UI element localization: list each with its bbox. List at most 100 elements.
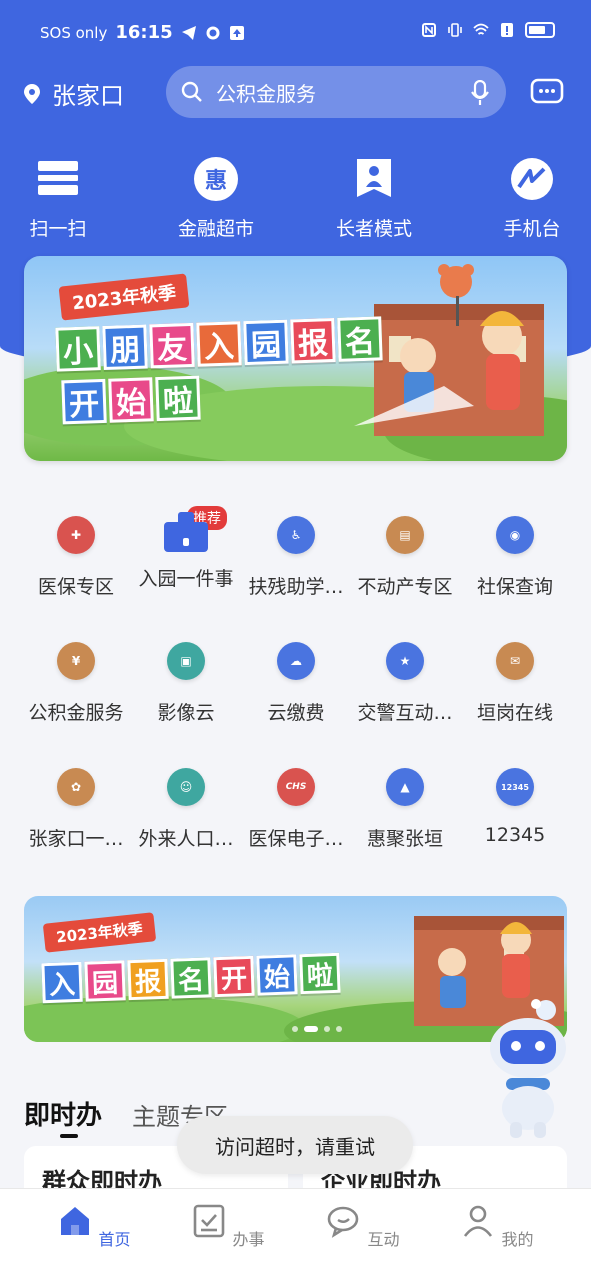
service-label: 张家口一… (28, 828, 124, 850)
microphone-icon[interactable] (470, 80, 490, 106)
tab-instant[interactable]: 即时办 (24, 1095, 102, 1132)
service-item[interactable]: 12345 12345 (456, 760, 574, 846)
tasks-icon (194, 1204, 225, 1238)
zjk-one-icon: ✿ (57, 768, 95, 806)
status-bar: SOS only 16:15 (0, 0, 591, 66)
service-item[interactable]: ★ 交警互动… (346, 634, 464, 725)
signal-alert-icon (501, 23, 513, 37)
banner-char: 园 (84, 960, 126, 1002)
elder-mode-icon (357, 159, 391, 197)
nav-home[interactable]: 首页 (44, 1203, 144, 1250)
banner-char: 报 (290, 317, 336, 364)
service-item[interactable]: ¥ 公积金服务 (17, 634, 135, 725)
real-estate-icon: ▤ (386, 516, 424, 554)
migrant-population-icon: ☺ (167, 768, 205, 806)
service-item[interactable]: ✚ 医保专区 (17, 508, 135, 599)
service-grid: ✚ 医保专区 推荐 入园一件事 ♿ 扶残助学… ▤ 不动产专区 ◉ 社保查询 ¥… (0, 506, 591, 868)
home-icon (61, 1207, 90, 1235)
hotline-12345-icon: 12345 (496, 768, 534, 806)
banner-char: 入 (196, 321, 242, 367)
huiju-zhangyuan-icon: ▲ (386, 768, 424, 806)
upload-icon (229, 25, 244, 40)
quick-action-scan[interactable]: 扫一扫 (3, 150, 113, 241)
carousel-indicator (292, 1026, 342, 1032)
clock: 16:15 (115, 22, 173, 43)
bottom-navigation: 首页 办事 互动 我的 (0, 1188, 591, 1280)
nav-interact[interactable]: 互动 (313, 1203, 413, 1250)
toast-message: 访问超时，请重试 (215, 1134, 375, 1159)
service-label: 垣岗在线 (476, 702, 553, 724)
service-label: 扶残助学… (248, 576, 344, 598)
nav-label: 首页 (98, 1230, 131, 1249)
nfc-icon (422, 23, 436, 37)
search-bar[interactable]: 公积金服务 (166, 66, 506, 118)
banner-char: 啦 (299, 952, 341, 995)
robot-assistant-icon[interactable] (480, 996, 576, 1140)
nav-label: 互动 (367, 1230, 400, 1249)
battery-icon (525, 22, 555, 38)
profile-icon (464, 1205, 493, 1237)
traffic-police-icon: ★ (386, 642, 424, 680)
banner-char: 友 (149, 322, 195, 369)
banner-headline-line2: 开 始 啦 (61, 375, 201, 425)
service-label: 公积金服务 (28, 702, 124, 724)
carousel-dot (292, 1026, 298, 1032)
service-item[interactable]: ♿ 扶残助学… (237, 508, 355, 599)
service-label: 外来人口… (138, 828, 234, 850)
carousel-dot-active (304, 1026, 318, 1032)
service-item[interactable]: CHS 医保电子… (237, 760, 355, 851)
nav-profile[interactable]: 我的 (447, 1203, 547, 1250)
promo-banner[interactable]: 2023年秋季 小 朋 友 入 园 报 名 开 始 啦 (24, 256, 567, 461)
banner-char: 报 (127, 958, 169, 1001)
carousel-dot (324, 1026, 330, 1032)
settings-icon (206, 26, 220, 39)
quick-action-label: 手机台 (503, 218, 561, 240)
location-selector[interactable]: 张家口 (24, 76, 124, 111)
nav-label: 办事 (232, 1230, 265, 1249)
service-label: 医保电子… (248, 828, 344, 850)
service-label: 不动产专区 (357, 576, 453, 598)
social-security-icon: ◉ (496, 516, 534, 554)
medical-insurance-icon: ✚ (57, 516, 95, 554)
service-label: 影像云 (157, 702, 215, 724)
wifi-icon (473, 23, 489, 35)
medical-ecard-icon: CHS (277, 768, 315, 806)
service-item[interactable]: ☺ 外来人口… (127, 760, 245, 851)
service-item[interactable]: ◉ 社保查询 (456, 508, 574, 599)
active-tab-indicator (60, 1134, 78, 1138)
service-item[interactable]: ✿ 张家口一… (17, 760, 135, 851)
quick-action-label: 金融超市 (177, 218, 254, 240)
service-item[interactable]: ✉ 垣岗在线 (456, 634, 574, 725)
mobile-tv-icon (511, 158, 553, 200)
cloud-payment-icon: ☁ (277, 642, 315, 680)
quick-action-label: 扫一扫 (29, 218, 87, 240)
quick-action-mobile-tv[interactable]: 手机台 (477, 150, 587, 241)
search-placeholder: 公积金服务 (216, 81, 316, 106)
location-pin-icon (24, 83, 40, 104)
banner-char: 开 (213, 955, 255, 998)
hui-finance-icon: 惠 (194, 157, 238, 201)
message-icon[interactable] (530, 78, 564, 108)
banner-char: 园 (243, 319, 289, 366)
banner-char: 小 (55, 326, 101, 372)
banner-char: 始 (108, 377, 154, 423)
service-label: 社保查询 (476, 576, 553, 598)
service-item[interactable]: 推荐 入园一件事 (127, 506, 245, 591)
service-label: 云缴费 (267, 702, 325, 724)
nav-label: 我的 (501, 1230, 534, 1249)
service-item[interactable]: ☁ 云缴费 (237, 634, 355, 725)
disability-aid-icon: ♿ (277, 516, 315, 554)
service-label: 12345 (484, 824, 546, 846)
service-item[interactable]: ▣ 影像云 (127, 634, 245, 725)
service-item[interactable]: ▲ 惠聚张垣 (346, 760, 464, 851)
banner-char: 始 (256, 954, 298, 996)
nav-tasks[interactable]: 办事 (178, 1203, 278, 1250)
service-item[interactable]: ▤ 不动产专区 (346, 508, 464, 599)
quick-action-finance[interactable]: 惠 金融超市 (161, 150, 271, 241)
quick-action-elder-mode[interactable]: 长者模式 (319, 150, 429, 241)
search-icon (181, 81, 202, 102)
carrier-label: SOS only (40, 23, 108, 42)
quick-actions: 扫一扫 惠 金融超市 长者模式 手机台 (0, 150, 591, 240)
carousel-dot (336, 1026, 342, 1032)
quick-action-label: 长者模式 (335, 218, 412, 240)
